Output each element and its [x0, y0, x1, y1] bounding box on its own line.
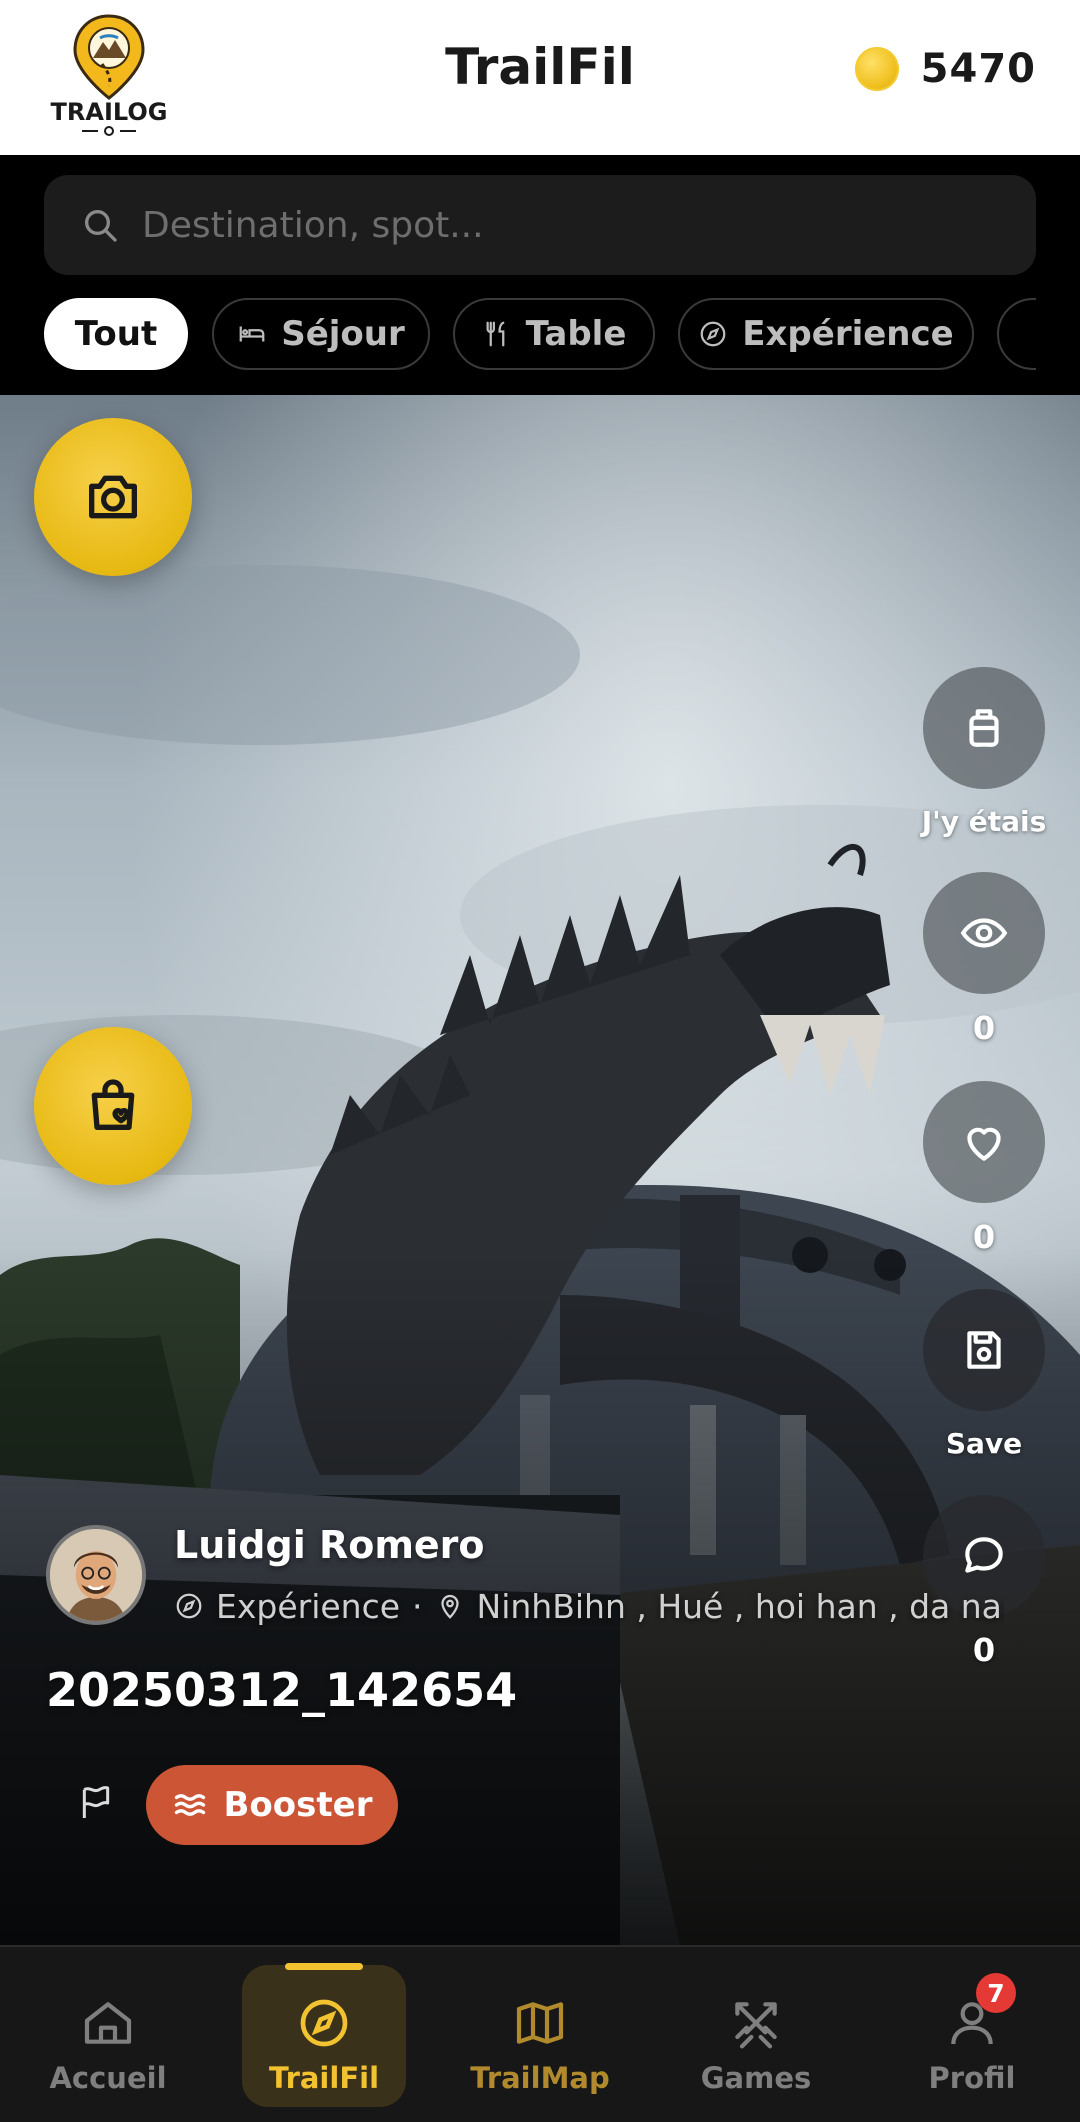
waves-icon	[174, 1794, 205, 1816]
like-button[interactable]	[923, 1081, 1045, 1203]
views-count: 0	[972, 1009, 996, 1047]
nav-label: TrailMap	[470, 2061, 610, 2095]
app-header: TRAILOG TrailFil 5470	[0, 0, 1080, 155]
booster-label: Booster	[223, 1785, 373, 1825]
shopping-bag-heart-icon	[91, 1079, 135, 1130]
wishlist-button[interactable]	[34, 1027, 192, 1185]
save-label: Save	[945, 1427, 1023, 1460]
post-title: 20250312_142654	[46, 1663, 518, 1717]
filter-label: Table	[525, 314, 627, 354]
post-feed[interactable]: J'y étais 0 0 Save 0 Luidgi Romero Expér…	[0, 395, 1080, 1945]
compass-icon	[300, 1999, 348, 2047]
home-icon	[84, 2002, 132, 2044]
search-field[interactable]	[44, 175, 1036, 275]
svg-text:TRAILOG: TRAILOG	[51, 98, 168, 126]
nav-label: TrailFil	[268, 2061, 380, 2095]
coin-count: 5470	[920, 46, 1036, 92]
map-icon	[516, 2002, 564, 2044]
swords-icon	[735, 2002, 777, 2049]
compass-icon	[700, 321, 726, 347]
compass-icon	[176, 1593, 202, 1619]
filter-sejour[interactable]: Séjour	[212, 298, 430, 370]
chat-bubble-icon	[965, 1537, 1003, 1573]
cutlery-icon	[486, 321, 504, 347]
heart-icon	[967, 1127, 1001, 1161]
meta-separator: ·	[412, 1586, 423, 1626]
nav-accueil[interactable]: Accueil	[26, 1965, 190, 2107]
search-bar-area: Tout Séjour Table Expérience	[0, 155, 1080, 395]
bed-icon	[239, 326, 265, 342]
filter-tout[interactable]: Tout	[44, 298, 188, 370]
nav-profil[interactable]: Profil 7	[890, 1965, 1054, 2107]
coin-balance[interactable]: 5470	[854, 46, 1036, 92]
bottom-navigation: Accueil TrailFil TrailMap Games Profil 7	[0, 1945, 1080, 2122]
search-icon	[85, 210, 117, 242]
category-filters: Tout Séjour Table Expérience	[44, 298, 1036, 370]
author-name[interactable]: Luidgi Romero	[174, 1523, 485, 1567]
search-input[interactable]	[142, 204, 962, 246]
was-here-button[interactable]	[923, 667, 1045, 789]
save-button[interactable]	[923, 1289, 1045, 1411]
views-button[interactable]	[923, 872, 1045, 994]
post-locations: NinhBihn , Hué , hoi han , da nang	[476, 1586, 1004, 1626]
eye-icon	[960, 918, 1008, 948]
location-pin-icon	[440, 1594, 459, 1619]
filter-label: Tout	[74, 314, 158, 354]
booster-button[interactable]: Booster	[146, 1765, 398, 1845]
filter-label: Séjour	[281, 314, 405, 354]
nav-label: Accueil	[49, 2061, 167, 2095]
nav-games[interactable]: Games	[674, 1965, 838, 2107]
nav-label: Profil	[928, 2061, 1016, 2095]
floppy-disk-icon	[967, 1331, 1001, 1369]
nav-trailmap[interactable]: TrailMap	[458, 1965, 622, 2107]
flag-icon[interactable]	[76, 1783, 116, 1823]
filter-label: Expérience	[742, 314, 954, 354]
filter-more[interactable]	[997, 298, 1036, 370]
camera-button[interactable]	[34, 418, 192, 576]
camera-icon	[89, 475, 137, 519]
filter-table[interactable]: Table	[453, 298, 655, 370]
coin-icon	[854, 47, 899, 91]
post-category: Expérience	[216, 1586, 401, 1626]
notification-badge: 7	[976, 1973, 1016, 2013]
nav-trailfil[interactable]: TrailFil	[242, 1963, 406, 2107]
filter-experience[interactable]: Expérience	[678, 298, 974, 370]
author-avatar[interactable]	[46, 1525, 146, 1625]
comments-count: 0	[972, 1631, 996, 1669]
post-meta: Expérience · NinhBihn , Hué , hoi han , …	[174, 1583, 1004, 1629]
nav-label: Games	[700, 2061, 812, 2095]
was-here-label: J'y étais	[921, 805, 1047, 838]
active-indicator	[285, 1963, 363, 1970]
author-avatar-illustration	[50, 1529, 142, 1621]
luggage-icon	[969, 709, 999, 747]
likes-count: 0	[972, 1218, 996, 1256]
